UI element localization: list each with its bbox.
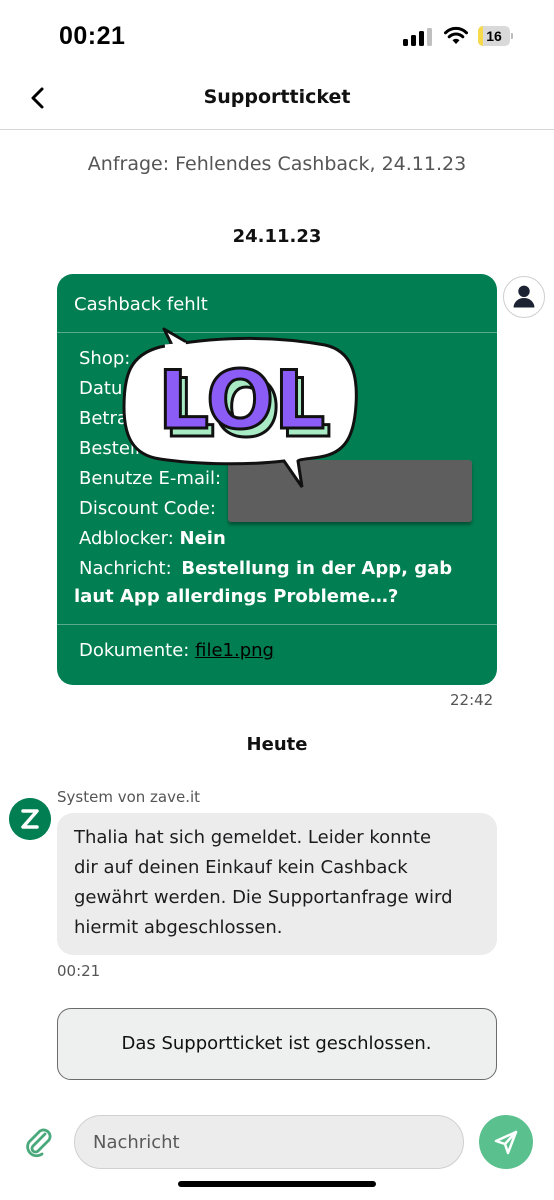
cellular-signal-icon [403,28,432,46]
page-title: Supportticket [203,86,351,108]
field-nachricht-continued: laut App allerdings Probleme…? [74,586,399,607]
field-nachricht-label: Nachricht: [79,558,172,579]
message-input[interactable] [74,1115,464,1169]
battery-indicator: 16 [478,26,514,46]
field-discount-label: Discount Code: [79,498,216,519]
date-separator: 24.11.23 [232,226,322,247]
divider [57,624,497,625]
nav-bar: Supportticket [0,72,554,130]
status-bar: 00:21 16 [0,0,554,72]
ticket-closed-text: Das Supportticket ist geschlossen. [121,1033,432,1054]
documents-label: Dokumente: [79,640,190,661]
paperclip-icon[interactable] [22,1125,54,1159]
system-message-line: hiermit abgeschlossen. [74,917,283,938]
field-datum-label: Datu [79,378,123,399]
field-nachricht: Nachricht: Bestellung in der App, gab [79,558,452,579]
system-message-line: dir auf deinen Einkauf kein Cashback [74,857,408,878]
zave-logo-icon [9,798,51,840]
field-adblocker-value: Nein [179,528,226,549]
home-indicator [178,1181,376,1187]
system-message-line: gewährt werden. Die Supportanfrage wird [74,887,453,908]
system-sender-name: System von zave.it [57,788,201,806]
send-icon [494,1130,518,1155]
system-message-line: Thalia hat sich gemeldet. Leider konnte [74,827,432,848]
message-timestamp: 00:21 [57,962,101,980]
ticket-header: Cashback fehlt [74,294,208,315]
field-adblocker: Adblocker: Nein [79,528,226,549]
lol-sticker-image: LOL LOL [122,327,358,488]
ticket-closed-notice: Das Supportticket ist geschlossen. [57,1008,497,1080]
battery-level: 16 [486,28,502,44]
field-nachricht-value: Bestellung in der App, gab [181,558,453,579]
status-time: 00:21 [59,22,126,50]
send-button[interactable] [479,1115,533,1169]
wifi-icon [444,26,468,44]
request-title: Anfrage: Fehlendes Cashback, 24.11.23 [87,153,467,175]
user-avatar-icon [503,276,545,318]
system-message-bubble: Thalia hat sich gemeldet. Leider konnte … [57,813,497,955]
lol-text: LOL [158,354,325,447]
documents-row: Dokumente: file1.png [79,640,274,661]
date-separator: Heute [246,734,308,755]
field-adblocker-label: Adblocker: [79,528,174,549]
document-link[interactable]: file1.png [195,640,274,661]
message-timestamp: 22:42 [450,691,494,709]
